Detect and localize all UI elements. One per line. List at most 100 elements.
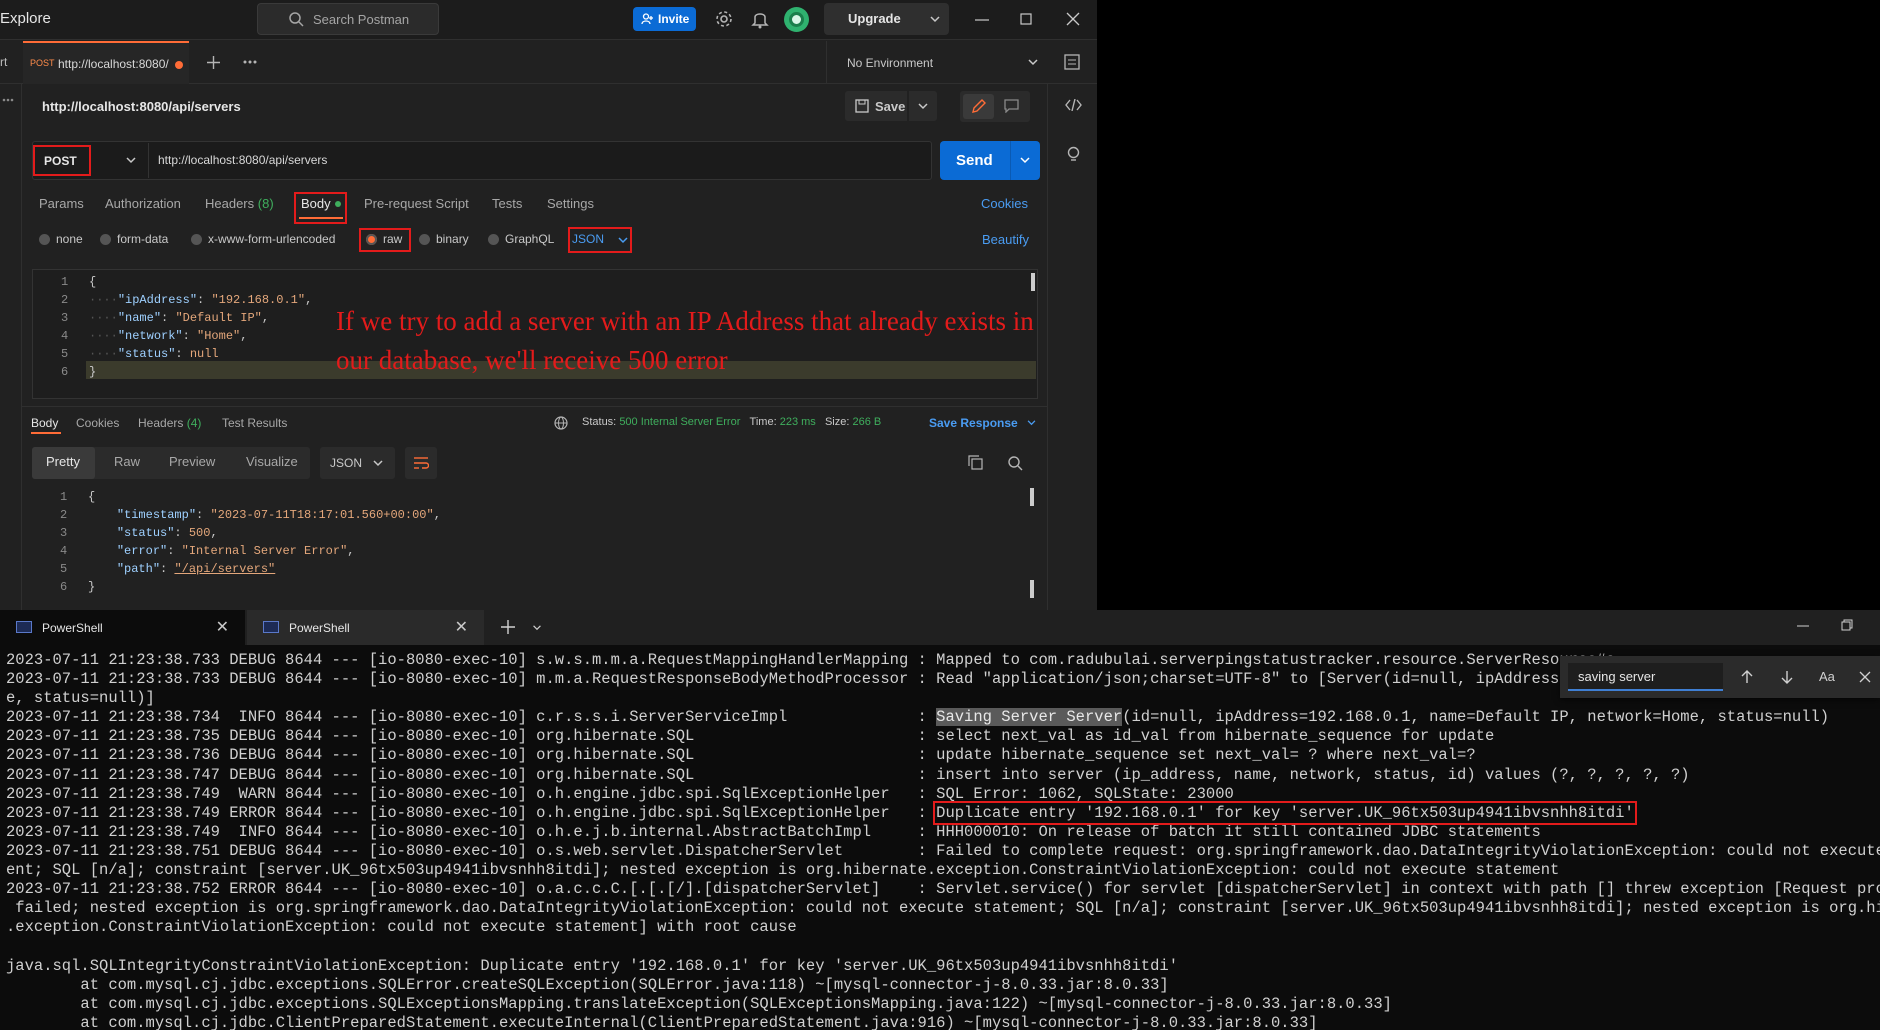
comment-icon[interactable] [1004,99,1019,113]
maximize-icon[interactable] [1020,13,1032,25]
close-tab-icon[interactable]: ✕ [455,617,468,637]
json-key: "status" [116,526,175,540]
log-line-rest: (id=null, ipAddress=192.168.0.1, name=De… [1122,708,1830,727]
response-format-select[interactable]: JSON [320,447,395,479]
pencil-icon [972,99,986,113]
view-pretty[interactable]: Pretty [46,454,80,469]
log-line-saving: 2023-07-11 21:23:38.734 INFO 8644 --- [i… [6,708,1880,727]
line-numbers: 123456 [61,275,69,379]
find-next-icon[interactable] [1780,670,1794,684]
restore-icon[interactable] [1841,619,1853,631]
match-case-toggle[interactable]: Aa [1819,669,1835,684]
json-annotation-box [568,227,632,253]
tab-authorization[interactable]: Authorization [105,196,181,211]
settings-gear-icon[interactable] [714,9,734,29]
globe-icon[interactable] [554,416,568,430]
minimize-icon[interactable] [975,15,989,25]
request-json: { ····"ipAddress": "192.168.0.1", ····"n… [89,275,313,379]
title-bar: Explore Search Postman Invite Upgrade [0,0,1097,40]
new-tab-plus-icon[interactable] [501,620,515,634]
time-value[interactable]: 223 ms [780,416,816,428]
find-input[interactable]: saving server [1568,663,1723,691]
log-line: 2023-07-11 21:23:38.749 WARN 8644 --- [i… [6,784,1234,803]
tab-params[interactable]: Params [39,196,84,211]
tab-headers[interactable]: Headers (8) [205,196,274,211]
terminal-tab-bar: PowerShell ✕ PowerShell ✕ [0,610,1880,645]
save-options-button[interactable] [909,91,937,121]
search-box[interactable]: Search Postman [257,3,439,35]
response-body-viewer[interactable]: 123456 { "timestamp": "2023-07-11T18:17:… [32,488,1038,600]
search-icon[interactable] [1007,455,1023,471]
close-icon[interactable] [1859,671,1871,683]
response-tab-headers[interactable]: Headers (4) [138,416,201,430]
chevron-down-icon[interactable] [532,625,542,631]
view-preview[interactable]: Preview [169,454,215,469]
terminal-tab-2[interactable]: PowerShell ✕ [247,610,484,645]
terminal-tab-1[interactable]: PowerShell ✕ [0,610,245,645]
response-tab-cookies[interactable]: Cookies [76,416,119,430]
cookies-link[interactable]: Cookies [981,196,1028,211]
tab-fragment[interactable]: rt [0,55,7,69]
view-raw[interactable]: Raw [114,454,140,469]
upgrade-button[interactable]: Upgrade [824,3,949,35]
status-value[interactable]: 500 Internal Server Error [619,416,740,428]
tab-post-request[interactable]: POST http://localhost:8080/ [23,41,189,84]
response-tab-headers-count: (4) [186,416,202,430]
size-value[interactable]: 266 B [852,416,881,428]
notification-bell-icon[interactable] [751,9,769,29]
save-response-label: Save Response [929,416,1018,430]
log-line-duplicate: 2023-07-11 21:23:38.749 ERROR 8644 --- [… [6,800,1880,825]
sidebar-more-icon[interactable] [2,98,14,102]
lightbulb-icon[interactable] [1066,146,1081,163]
close-tab-icon[interactable]: ✕ [216,617,229,637]
chevron-down-icon [930,16,940,23]
tab-url: http://localhost:8080/ [58,57,169,71]
chevron-down-icon [918,103,928,110]
log-line: at com.mysql.cj.jdbc.ClientPreparedState… [6,1013,1318,1030]
save-response-button[interactable]: Save Response [929,416,1036,430]
response-tab-body[interactable]: Body [31,416,58,430]
beautify-link[interactable]: Beautify [982,232,1029,247]
send-button[interactable]: Send [940,141,1040,180]
new-tab-plus-icon[interactable] [207,56,220,69]
minimize-icon[interactable] [1797,625,1809,629]
search-placeholder: Search Postman [313,12,410,27]
copy-icon[interactable] [968,455,983,470]
wrap-lines-button[interactable] [405,447,437,479]
find-previous-icon[interactable] [1740,670,1754,684]
save-disk-icon [855,99,869,113]
response-format-label: JSON [330,456,363,470]
url-input[interactable]: http://localhost:8080/api/servers [158,153,327,167]
request-title[interactable]: http://localhost:8080/api/servers [42,99,241,114]
environment-selector[interactable]: No Environment [826,41,1038,84]
json-link-value[interactable]: "/api/servers" [174,562,275,576]
close-icon[interactable] [1066,12,1080,26]
tab-settings[interactable]: Settings [547,196,594,211]
environment-quicklook-icon[interactable] [1064,54,1080,70]
annotation-text: If we try to add a server with an IP Add… [336,306,1034,375]
json-key: "error" [116,544,168,558]
code-snippet-icon[interactable] [1065,99,1082,111]
response-scrollbar[interactable] [1030,488,1034,506]
terminal-output[interactable]: 2023-07-11 21:23:38.733 DEBUG 8644 --- [… [6,651,1880,1030]
log-line: at com.mysql.cj.jdbc.exceptions.SQLError… [6,975,1169,994]
response-tab-test-results[interactable]: Test Results [222,416,287,430]
terminal-tab-1-label: PowerShell [42,621,103,635]
tab-tests[interactable]: Tests [492,196,522,211]
response-json: { "timestamp": "2023-07-11T18:17:01.560+… [88,490,441,594]
view-visualize[interactable]: Visualize [246,454,298,469]
save-button[interactable]: Save [845,91,907,121]
edit-button[interactable] [963,94,994,119]
tab-prerequest[interactable]: Pre-request Script [364,196,469,211]
tab-headers-count: (8) [257,196,274,211]
json-brace-close: } [89,365,97,379]
radio-none-label: none [56,232,83,246]
explore-link[interactable]: Explore [0,10,51,27]
response-scrollbar-thumb[interactable] [1030,580,1034,598]
invite-button[interactable]: Invite [633,7,696,31]
more-tabs-icon[interactable] [243,60,257,64]
avatar[interactable] [784,7,809,32]
editor-scrollbar[interactable] [1031,273,1035,291]
json-value: "2023-07-11T18:17:01.560+00:00" [210,508,434,522]
tab-headers-label: Headers [205,196,255,211]
